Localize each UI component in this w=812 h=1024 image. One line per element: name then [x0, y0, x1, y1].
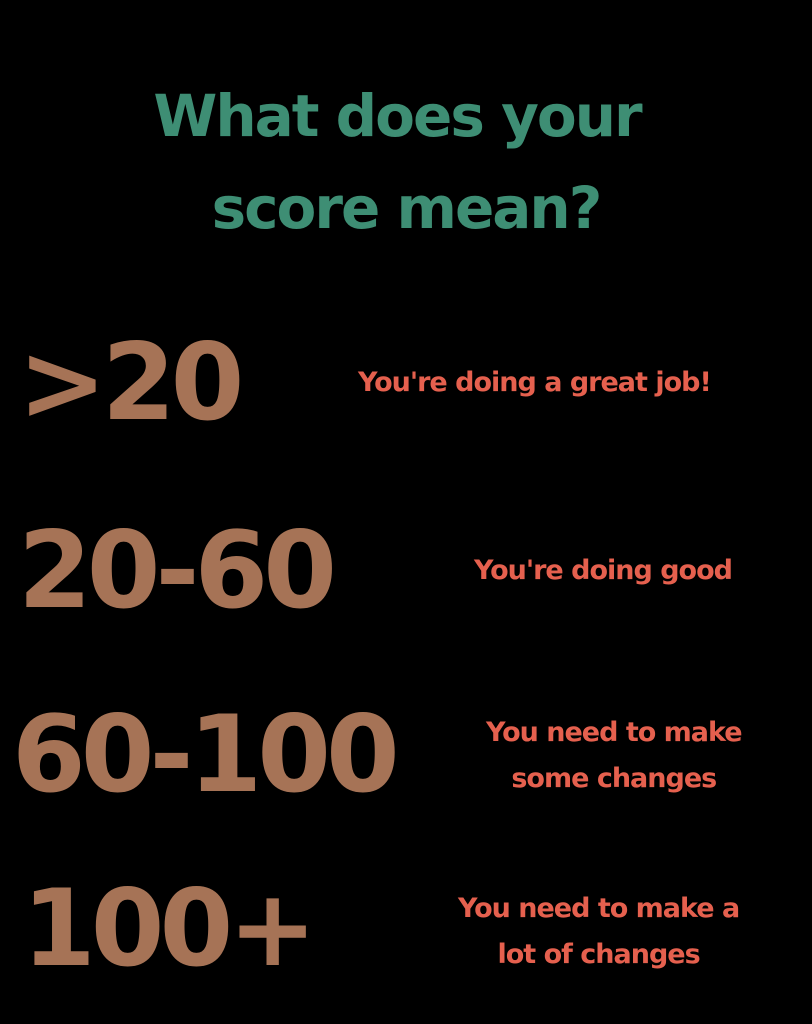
- score-message-2-line-1: You're doing good: [474, 555, 733, 586]
- score-message-3-line-1: You need to make: [486, 717, 743, 748]
- score-range-4: 100+: [22, 867, 317, 990]
- score-message-1: You're doing a great job!: [358, 360, 712, 406]
- score-range-1: >20: [18, 321, 244, 444]
- score-range-3: 60-100: [12, 693, 400, 816]
- score-message-1-line-1: You're doing a great job!: [358, 367, 712, 398]
- score-message-4-line-2: lot of changes: [497, 939, 701, 970]
- score-message-4: You need to make a lot of changes: [458, 886, 740, 978]
- score-message-3: You need to make some changes: [486, 710, 743, 802]
- score-message-2: You're doing good: [474, 548, 733, 594]
- score-message-4-line-1: You need to make a: [458, 893, 740, 924]
- score-message-3-line-2: some changes: [511, 763, 717, 794]
- score-range-2: 20-60: [18, 509, 337, 632]
- title-line-1: What does your: [153, 82, 642, 150]
- title-line-2: score mean?: [211, 174, 603, 242]
- page-title: What does your score mean?: [0, 70, 812, 254]
